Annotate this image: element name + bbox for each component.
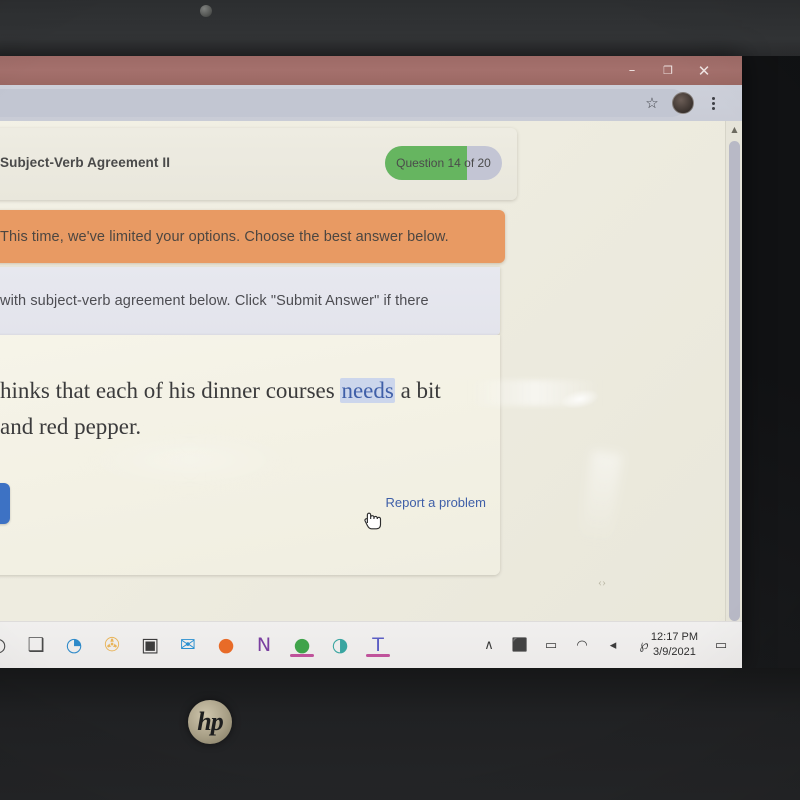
windows-taskbar: ○❑◔✇▣✉●N●◑T ∧⬛▭◠◂℘ 12:17 PM 3/9/2021 ▭ bbox=[0, 621, 742, 668]
minimize-button[interactable]: – bbox=[614, 56, 650, 85]
browser-titlebar: – ❐ ✕ bbox=[0, 56, 742, 85]
laptop-bezel-bottom bbox=[0, 668, 800, 800]
taskbar-microsoft-store-icon[interactable]: ▣ bbox=[136, 631, 164, 659]
browser-toolbar: ☆ bbox=[0, 85, 742, 121]
search-glyph: ○ bbox=[0, 634, 6, 656]
microsoft-store-glyph: ▣ bbox=[141, 634, 159, 656]
file-explorer-glyph: ✇ bbox=[104, 634, 120, 656]
chrome-menu-icon[interactable] bbox=[704, 93, 722, 113]
taskbar-search-icon[interactable]: ○ bbox=[0, 631, 12, 659]
scrollbar-thumb[interactable] bbox=[729, 141, 740, 621]
clock-time: 12:17 PM bbox=[650, 631, 698, 643]
quiz-page: Subject-Verb Agreement II Question 14 of… bbox=[0, 121, 730, 668]
page-viewport: Subject-Verb Agreement II Question 14 of… bbox=[0, 121, 742, 668]
instruction-text: with subject-verb agreement below. Click… bbox=[0, 293, 429, 309]
tray-volume-icon[interactable]: ◂ bbox=[604, 636, 622, 654]
microsoft-teams-glyph: T bbox=[372, 634, 384, 656]
mail-glyph: ✉ bbox=[180, 634, 196, 656]
address-bar-input[interactable] bbox=[0, 89, 686, 117]
question-card: hinks that each of his dinner courses ne… bbox=[0, 335, 500, 575]
taskbar-microsoft-teams-icon[interactable]: T bbox=[364, 631, 392, 659]
tray-battery-icon[interactable]: ▭ bbox=[542, 636, 560, 654]
taskbar-clock[interactable]: 12:17 PM 3/9/2021 bbox=[651, 630, 698, 660]
tray-wifi-icon[interactable]: ◠ bbox=[573, 636, 591, 654]
question-sentence: hinks that each of his dinner courses ne… bbox=[0, 373, 500, 446]
browser-window: – ❐ ✕ ☆ Subject-Verb Agreement II Questi… bbox=[0, 56, 742, 668]
notification-center-icon[interactable]: ▭ bbox=[712, 636, 730, 654]
taskbar-active-indicator bbox=[290, 654, 314, 657]
laptop-photo: – ❐ ✕ ☆ Subject-Verb Agreement II Questi… bbox=[0, 0, 800, 800]
hp-logo: hp bbox=[188, 700, 232, 744]
question-progress-badge: Question 14 of 20 bbox=[385, 146, 502, 180]
taskbar-active-indicator bbox=[366, 654, 390, 657]
maximize-button[interactable]: ❐ bbox=[650, 56, 686, 85]
submit-answer-button[interactable]: Submit Answer bbox=[0, 483, 10, 524]
hint-banner: This time, we've limited your options. C… bbox=[0, 210, 505, 263]
teal-app-glyph: ◑ bbox=[331, 634, 349, 656]
taskbar-chrome-icon[interactable]: ● bbox=[288, 631, 316, 659]
question-text-before: hinks that each of his dinner courses bbox=[0, 378, 341, 403]
taskbar-edge-icon[interactable]: ◔ bbox=[60, 631, 88, 659]
taskbar-task-view-icon[interactable]: ❑ bbox=[22, 631, 50, 659]
tray-show-hidden-icons-icon[interactable]: ∧ bbox=[480, 636, 498, 654]
answer-choice-needs[interactable]: needs bbox=[340, 378, 395, 403]
bookmark-star-icon[interactable]: ☆ bbox=[642, 93, 662, 113]
onenote-glyph: N bbox=[256, 634, 272, 656]
report-problem-link[interactable]: Report a problem bbox=[386, 495, 486, 510]
laptop-bezel-top bbox=[0, 0, 800, 56]
taskbar-teal-app-icon[interactable]: ◑ bbox=[326, 631, 354, 659]
close-button[interactable]: ✕ bbox=[686, 56, 722, 85]
chrome-glyph: ● bbox=[293, 634, 311, 656]
hint-banner-text: This time, we've limited your options. C… bbox=[0, 228, 449, 245]
taskbar-firefox-icon[interactable]: ● bbox=[212, 631, 240, 659]
instruction-card: with subject-verb agreement below. Click… bbox=[0, 267, 500, 335]
taskbar-mail-icon[interactable]: ✉ bbox=[174, 631, 202, 659]
firefox-glyph: ● bbox=[217, 634, 235, 656]
taskbar-onenote-icon[interactable]: N bbox=[250, 631, 278, 659]
quiz-header-card: Subject-Verb Agreement II Question 14 of… bbox=[0, 128, 517, 200]
scroll-up-arrow-icon[interactable]: ▲ bbox=[726, 121, 742, 138]
taskbar-file-explorer-icon[interactable]: ✇ bbox=[98, 631, 126, 659]
page-title: Subject-Verb Agreement II bbox=[0, 155, 171, 170]
page-scrollbar[interactable]: ▲ ▼ bbox=[725, 121, 742, 668]
task-view-glyph: ❑ bbox=[27, 634, 45, 656]
profile-avatar[interactable] bbox=[672, 92, 694, 114]
progress-label: Question 14 of 20 bbox=[396, 156, 491, 170]
webcam-icon bbox=[200, 5, 212, 17]
question-text-after: a bit bbox=[394, 378, 441, 403]
question-sentence-line2: and red pepper. bbox=[0, 414, 142, 440]
tray-microphone-icon[interactable]: ⬛ bbox=[511, 636, 529, 654]
clock-date: 3/9/2021 bbox=[653, 645, 696, 658]
edge-glyph: ◔ bbox=[65, 634, 83, 656]
